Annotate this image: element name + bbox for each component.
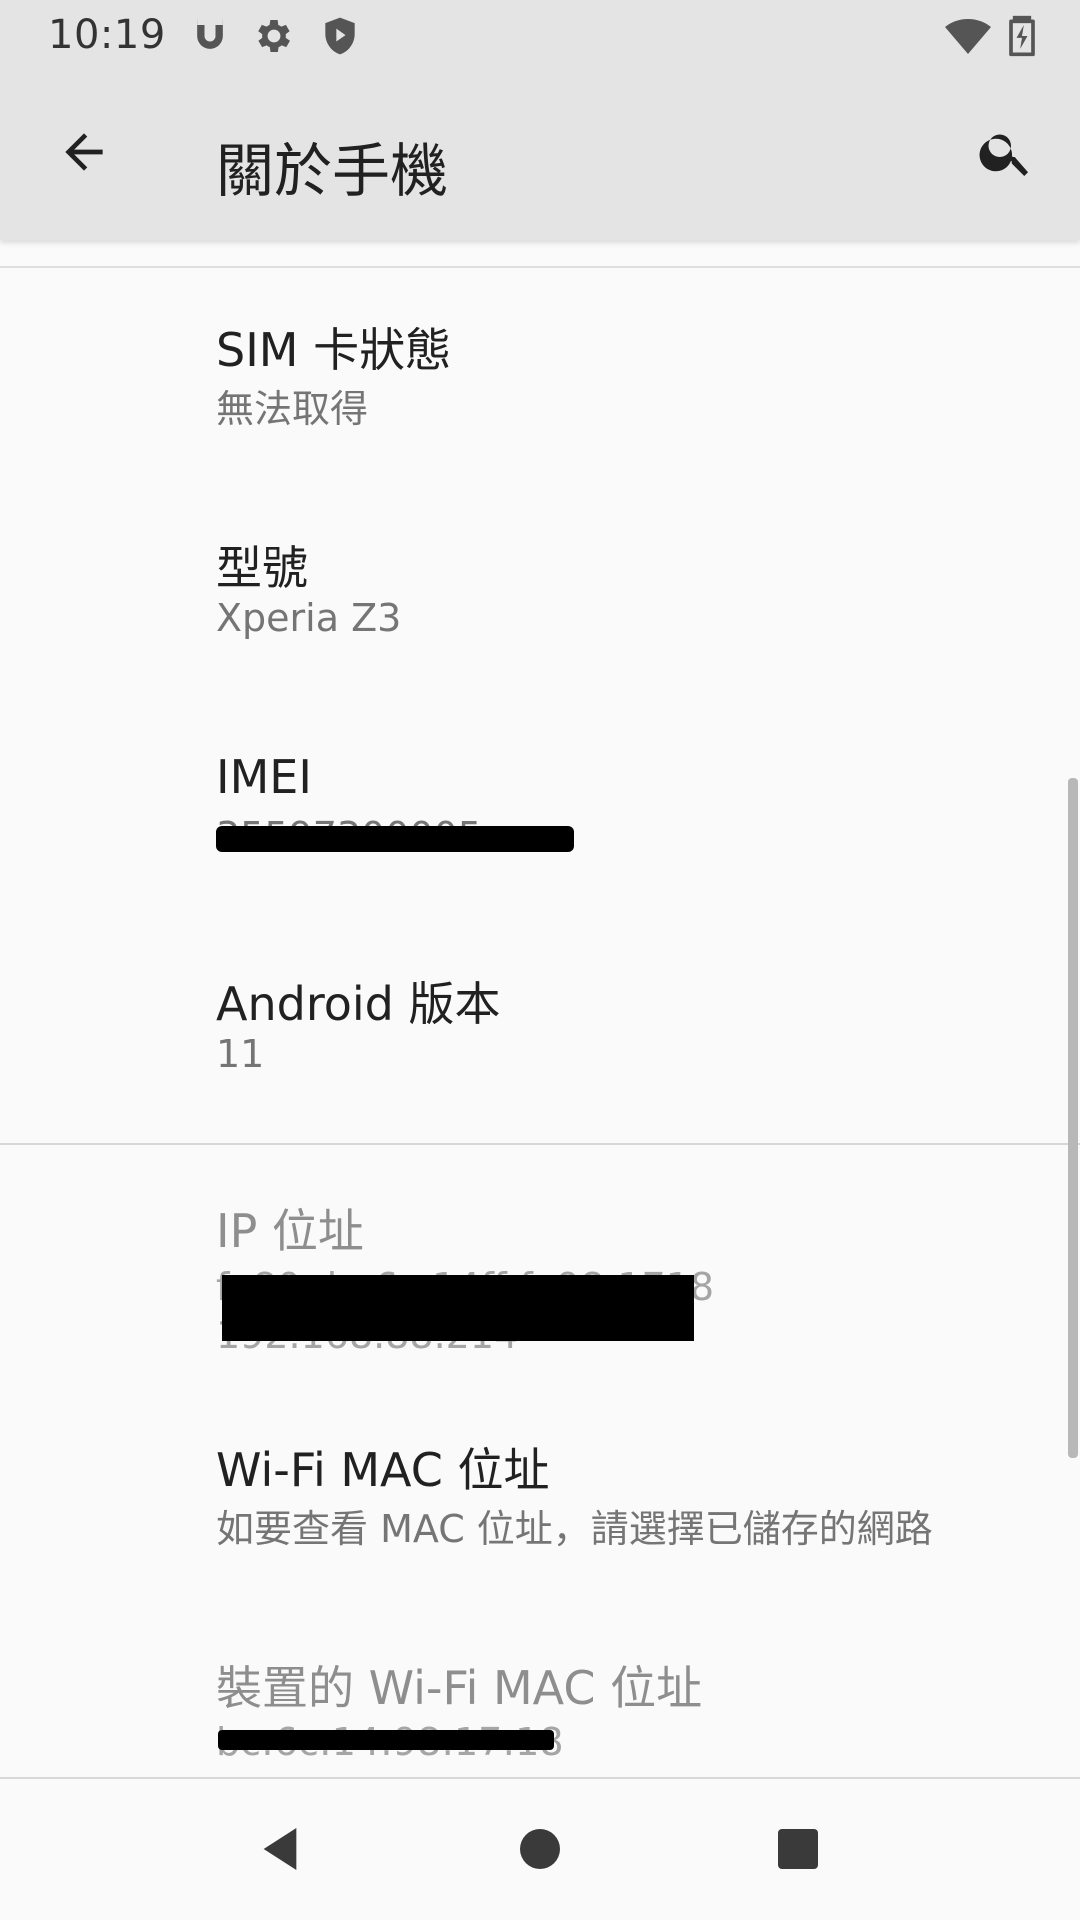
redaction-bar	[218, 1730, 554, 1750]
magnet-icon	[188, 14, 232, 58]
list-item-ip-address: IP 位址 fe80::be6c:14ff:fe98:1718 192.168.…	[0, 1145, 1060, 1385]
list-item-title: 型號	[216, 541, 308, 595]
search-icon	[976, 122, 1036, 186]
nav-back-icon	[252, 1821, 308, 1881]
scrollbar[interactable]	[1068, 778, 1078, 1458]
list-item-device-wifi-mac: 裝置的 Wi-Fi MAC 位址 bc:6c:14:98:17:18	[0, 1608, 1060, 1777]
divider	[0, 266, 1080, 268]
redaction-bar	[222, 1275, 694, 1341]
header: 10:19 關於手機	[0, 0, 1080, 240]
list-item-summary: Xperia Z3	[216, 596, 402, 640]
nav-home-button[interactable]	[492, 1803, 588, 1899]
list-item-title: 裝置的 Wi-Fi MAC 位址	[216, 1661, 703, 1715]
redaction-bar	[216, 826, 574, 852]
list-item-summary: 如要查看 MAC 位址，請選擇已儲存的網路	[216, 1507, 933, 1551]
arrow-back-icon	[56, 124, 112, 184]
navigation-bar	[0, 1777, 1080, 1920]
app-bar: 關於手機	[0, 72, 1080, 240]
list-item-android-version[interactable]: Android 版本 11	[0, 924, 1060, 1134]
gear-icon	[252, 14, 296, 58]
settings-list: SIM 卡狀態 無法取得 型號 Xperia Z3 IMEI 355973000…	[0, 240, 1080, 1777]
page-title: 關於手機	[216, 137, 449, 205]
status-bar: 10:19	[0, 0, 1080, 72]
list-item-summary: 無法取得	[216, 387, 369, 431]
list-item-title: IMEI	[216, 750, 312, 804]
list-item-imei[interactable]: IMEI 35597300005	[0, 706, 1060, 916]
nav-recents-icon	[774, 1825, 822, 1877]
list-item-model[interactable]: 型號 Xperia Z3	[0, 488, 1060, 698]
about-phone-screen: 10:19 關於手機 SIM 卡狀態 無法取得 型號 Xperia Z3 IME…	[0, 0, 1080, 1920]
shield-play-icon	[318, 14, 362, 58]
list-item-wifi-mac[interactable]: Wi-Fi MAC 位址 如要查看 MAC 位址，請選擇已儲存的網路	[0, 1390, 1060, 1600]
list-item-title: Wi-Fi MAC 位址	[216, 1443, 550, 1497]
nav-home-icon	[516, 1825, 564, 1877]
status-time: 10:19	[48, 12, 166, 58]
list-item-summary: 11	[216, 1032, 265, 1076]
nav-back-button[interactable]	[232, 1803, 328, 1899]
battery-charging-icon	[1000, 12, 1044, 57]
list-item-sim-status[interactable]: SIM 卡狀態 無法取得	[0, 270, 1060, 480]
back-button[interactable]	[48, 118, 120, 190]
nav-recents-button[interactable]	[750, 1803, 846, 1899]
list-item-title: Android 版本	[216, 977, 501, 1031]
wifi-icon	[944, 12, 991, 56]
list-item-title: IP 位址	[216, 1204, 364, 1258]
list-item-title: SIM 卡狀態	[216, 323, 452, 377]
search-button[interactable]	[970, 118, 1042, 190]
